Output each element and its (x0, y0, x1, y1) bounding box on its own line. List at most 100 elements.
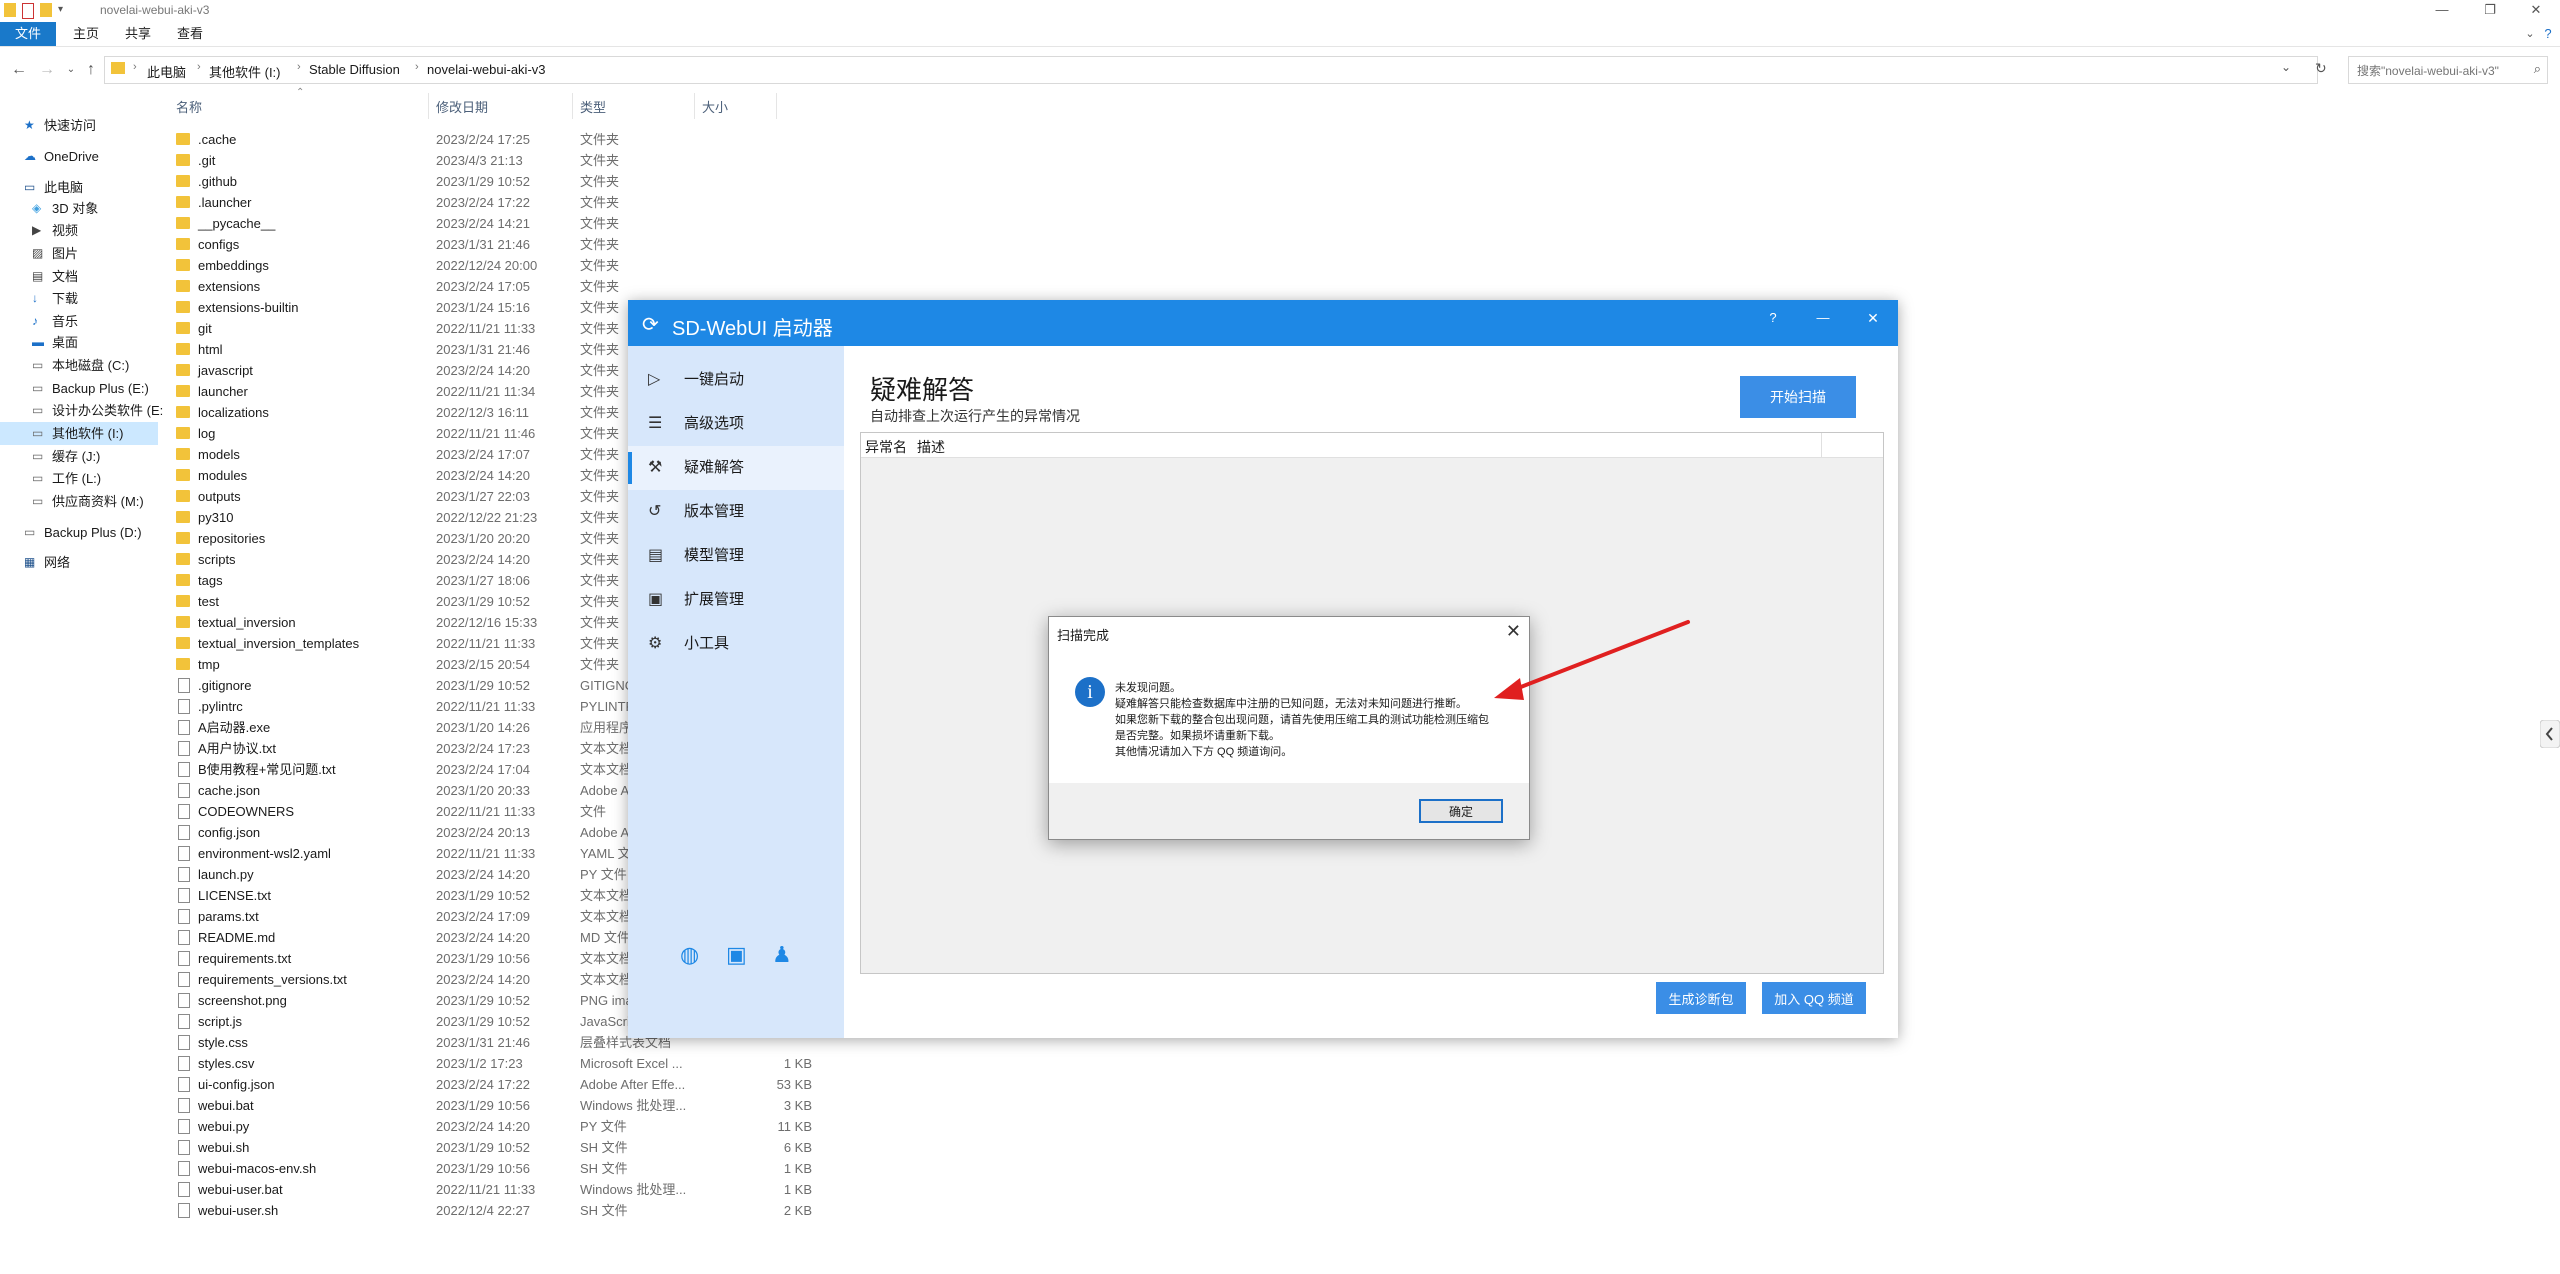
file-row[interactable]: .pylintrc 2022/11/21 11:33 PYLINTR (172, 696, 642, 717)
file-row[interactable]: webui-user.sh 2022/12/4 22:27 SH 文件 2 KB (172, 1200, 812, 1221)
file-row[interactable]: environment-wsl2.yaml 2022/11/21 11:33 YAM… (172, 843, 642, 864)
nav-item[interactable]: ▤ 文档 (0, 265, 158, 288)
file-row[interactable]: outputs 2023/1/27 22:03 文件夹 (172, 486, 642, 507)
file-row[interactable]: embeddings 2022/12/24 20:00 文件夹 (172, 255, 642, 276)
nav-item[interactable]: ☁ OneDrive (0, 145, 158, 168)
breadcrumb-drive[interactable]: 其他软件 (I:) (209, 62, 281, 81)
chevron-right-icon[interactable]: › (297, 61, 301, 73)
file-row[interactable]: webui.sh 2023/1/29 10:52 SH 文件 6 KB (172, 1137, 812, 1158)
nav-item[interactable]: ▭ 设计办公类软件 (E: (0, 399, 163, 422)
file-row[interactable]: LICENSE.txt 2023/1/29 10:52 文本文档 (172, 885, 642, 906)
file-row[interactable]: textual_inversion 2022/12/16 15:33 文件夹 (172, 612, 642, 633)
file-row[interactable]: html 2023/1/31 21:46 文件夹 (172, 339, 642, 360)
file-row[interactable]: README.md 2023/2/24 14:20 MD 文件 (172, 927, 642, 948)
collapse-panel-handle[interactable] (2540, 720, 2560, 748)
chevron-right-icon[interactable]: › (415, 61, 419, 73)
file-row[interactable]: .launcher 2023/2/24 17:22 文件夹 (172, 192, 642, 213)
file-row[interactable]: extensions 2023/2/24 17:05 文件夹 (172, 276, 642, 297)
column-divider[interactable] (428, 93, 429, 119)
file-row[interactable]: git 2022/11/21 11:33 文件夹 (172, 318, 642, 339)
chevron-right-icon[interactable]: › (133, 61, 137, 73)
file-row[interactable]: webui.bat 2023/1/29 10:56 Windows 批处理... 3 … (172, 1095, 812, 1116)
maximize-button[interactable]: ❐ (2466, 0, 2514, 22)
bilibili-icon[interactable]: ▣ (726, 942, 747, 968)
file-row[interactable]: tmp 2023/2/15 20:54 文件夹 (172, 654, 642, 675)
address-dropdown-icon[interactable]: ⌄ (2281, 60, 2291, 74)
nav-item[interactable]: ▭ 其他软件 (I:) (0, 422, 158, 445)
file-row[interactable]: extensions-builtin 2023/1/24 15:16 文件夹 (172, 297, 642, 318)
file-row[interactable]: localizations 2022/12/3 16:11 文件夹 (172, 402, 642, 423)
column-name[interactable]: 名称 (176, 97, 202, 116)
file-row[interactable]: A用户协议.txt 2023/2/24 17:23 文本文档 (172, 738, 642, 759)
nav-item[interactable]: ▨ 图片 (0, 242, 158, 265)
launcher-menu-item[interactable]: ▷ 一键启动 (628, 358, 844, 402)
nav-item[interactable]: ▭ 工作 (L:) (0, 467, 158, 490)
file-row[interactable]: webui-user.bat 2022/11/21 11:33 Windows 批处… (172, 1179, 812, 1200)
recent-locations-icon[interactable]: ⌄ (60, 59, 82, 81)
refresh-icon[interactable]: ↻ (2315, 60, 2327, 77)
launcher-titlebar[interactable]: ⟳ SD-WebUI 启动器 ? — ✕ (628, 300, 1898, 346)
file-row[interactable]: .cache 2023/2/24 17:25 文件夹 (172, 129, 642, 150)
file-row[interactable]: A启动器.exe 2023/1/20 14:26 应用程序 (172, 717, 642, 738)
launcher-menu-item[interactable]: ⚙ 小工具 (628, 622, 844, 666)
file-row[interactable]: screenshot.png 2023/1/29 10:52 PNG ima (172, 990, 642, 1011)
file-row[interactable]: test 2023/1/29 10:52 文件夹 (172, 591, 642, 612)
qq-icon[interactable]: ♟ (772, 942, 792, 968)
file-row[interactable]: requirements_versions.txt 2023/2/24 14:20… (172, 969, 642, 990)
file-row[interactable]: requirements.txt 2023/1/29 10:56 文本文档 (172, 948, 642, 969)
column-divider[interactable] (694, 93, 695, 119)
column-size[interactable]: 大小 (702, 97, 728, 116)
nav-item[interactable]: ◈ 3D 对象 (0, 197, 158, 220)
forward-icon[interactable]: → (36, 59, 58, 81)
column-issue-name[interactable]: 异常名 (865, 437, 907, 457)
file-row[interactable]: tags 2023/1/27 18:06 文件夹 (172, 570, 642, 591)
file-row[interactable]: modules 2023/2/24 14:20 文件夹 (172, 465, 642, 486)
tab-home[interactable]: 主页 (60, 22, 112, 46)
file-row[interactable]: launch.py 2023/2/24 14:20 PY 文件 (172, 864, 642, 885)
file-row[interactable]: .git 2023/4/3 21:13 文件夹 (172, 150, 642, 171)
globe-icon[interactable]: ◍ (680, 942, 699, 968)
minimize-button[interactable]: — (2418, 0, 2466, 22)
nav-item[interactable]: ▭ 供应商资料 (M:) (0, 490, 158, 513)
file-row[interactable]: .gitignore 2023/1/29 10:52 GITIGNO (172, 675, 642, 696)
file-row[interactable]: cache.json 2023/1/20 20:33 Adobe A (172, 780, 642, 801)
chevron-right-icon[interactable]: › (197, 61, 201, 73)
breadcrumb-current[interactable]: novelai-webui-aki-v3 (427, 62, 546, 77)
nav-item[interactable]: ▶ 视频 (0, 219, 158, 242)
close-button[interactable]: ✕ (2512, 0, 2560, 22)
generate-diagnostic-button[interactable]: 生成诊断包 (1656, 982, 1746, 1014)
nav-item[interactable]: ★ 快速访问 (0, 114, 158, 137)
tab-view[interactable]: 查看 (164, 22, 216, 46)
file-row[interactable]: javascript 2023/2/24 14:20 文件夹 (172, 360, 642, 381)
nav-item[interactable]: ▭ Backup Plus (D:) (0, 521, 158, 544)
launcher-menu-item[interactable]: ⚒ 疑难解答 (628, 446, 844, 490)
column-description[interactable]: 描述 (917, 437, 945, 457)
column-divider[interactable] (776, 93, 777, 119)
launcher-minimize-button[interactable]: — (1808, 310, 1838, 325)
nav-item[interactable]: ♪ 音乐 (0, 310, 158, 333)
file-row[interactable]: __pycache__ 2023/2/24 14:21 文件夹 (172, 213, 642, 234)
file-row[interactable]: script.js 2023/1/29 10:52 JavaScri (172, 1011, 642, 1032)
file-row[interactable]: config.json 2023/2/24 20:13 Adobe A (172, 822, 642, 843)
file-row[interactable]: styles.csv 2023/1/2 17:23 Microsoft Excel … (172, 1053, 812, 1074)
new-folder-icon[interactable] (40, 3, 52, 17)
file-row[interactable]: webui-macos-env.sh 2023/1/29 10:56 SH 文件 1 … (172, 1158, 812, 1179)
file-row[interactable]: style.css 2023/1/31 21:46 层叠样式表文档 (172, 1032, 671, 1053)
back-icon[interactable]: ← (8, 59, 30, 81)
tab-file[interactable]: 文件 (0, 22, 56, 46)
launcher-help-button[interactable]: ? (1758, 310, 1788, 325)
nav-item[interactable]: ↓ 下载 (0, 287, 158, 310)
breadcrumb-stable-diffusion[interactable]: Stable Diffusion (309, 62, 400, 77)
column-date[interactable]: 修改日期 (436, 97, 488, 116)
join-qq-button[interactable]: 加入 QQ 频道 (1762, 982, 1866, 1014)
search-box[interactable]: ⌕ (2348, 56, 2548, 84)
column-type[interactable]: 类型 (580, 97, 606, 116)
launcher-menu-item[interactable]: ↺ 版本管理 (628, 490, 844, 534)
file-row[interactable]: webui.py 2023/2/24 14:20 PY 文件 11 KB (172, 1116, 812, 1137)
nav-item[interactable]: ▭ 缓存 (J:) (0, 445, 158, 468)
launcher-close-button[interactable]: ✕ (1858, 310, 1888, 327)
file-row[interactable]: CODEOWNERS 2022/11/21 11:33 文件 (172, 801, 642, 822)
nav-item[interactable]: ▭ 本地磁盘 (C:) (0, 354, 158, 377)
ribbon-collapse-icon[interactable]: ⌄ (2520, 22, 2540, 46)
nav-item[interactable]: ▭ 此电脑 (0, 176, 158, 199)
